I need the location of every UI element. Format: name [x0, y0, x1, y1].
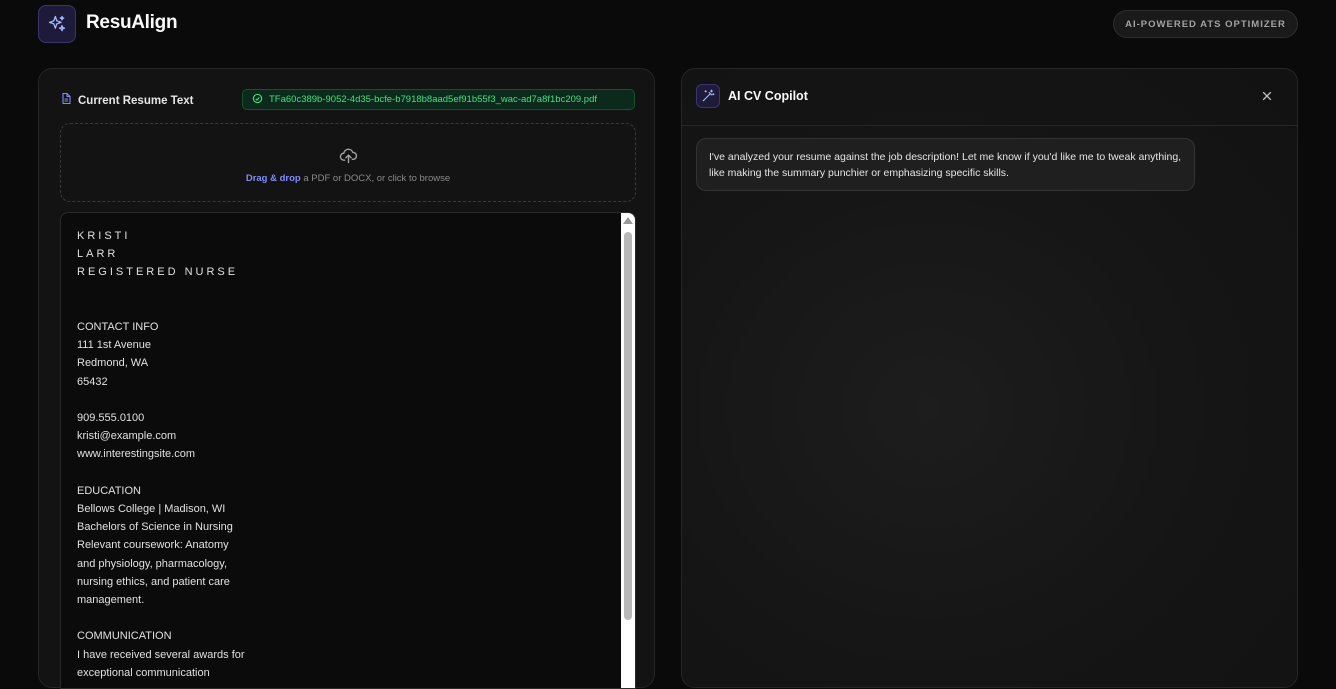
- resume-line: I have received several awards for: [77, 648, 245, 661]
- resume-line: 65432: [77, 375, 108, 388]
- resume-textarea[interactable]: KRISTI LARR REGISTERED NURSE CONTACT INFO 1…: [60, 212, 636, 689]
- sparkles-icon: [38, 5, 76, 43]
- copilot-title: AI CV Copilot: [728, 89, 808, 103]
- resume-line: [77, 300, 597, 318]
- copilot-header: AI CV Copilot: [682, 69, 1297, 126]
- resume-line: [77, 464, 597, 482]
- resume-line: nursing ethics, and patient care: [77, 575, 230, 588]
- copilot-panel: AI CV Copilot I've analyzed your resume …: [681, 68, 1298, 688]
- dropzone-link[interactable]: Drag & drop: [246, 173, 301, 184]
- magic-wand-icon: [696, 84, 720, 108]
- resume-line: management.: [77, 594, 145, 607]
- scrollbar-thumb[interactable]: [624, 232, 632, 620]
- resume-line: 111 1st Avenue: [77, 339, 152, 352]
- resume-panel-header: Current Resume Text: [60, 92, 193, 110]
- resume-line: CONTACT INFO: [77, 321, 159, 334]
- document-icon: [60, 92, 72, 110]
- resume-line: [77, 609, 597, 627]
- check-circle-icon: [252, 93, 263, 107]
- cloud-upload-icon: [339, 147, 358, 169]
- resume-line: COMMUNICATION: [77, 630, 172, 643]
- scroll-up-arrow-icon[interactable]: [623, 217, 633, 224]
- resume-line: and physiology, pharmacology,: [77, 557, 228, 570]
- resume-line: exceptional communication: [77, 666, 210, 679]
- dropzone-hint: a PDF or DOCX, or click to browse: [300, 173, 451, 184]
- resume-line: [77, 391, 597, 409]
- resume-panel: Current Resume Text TFa60c389b-9052-4d35…: [38, 68, 655, 689]
- resume-line: LARR: [77, 248, 119, 261]
- assistant-message: I've analyzed your resume against the jo…: [696, 138, 1195, 191]
- top-bar: ResuAlign AI-POWERED ATS OPTIMIZER: [0, 0, 1336, 50]
- uploaded-file-chip: TFa60c389b-9052-4d35-bcfe-b7918b8aad5ef9…: [242, 89, 635, 110]
- resume-line: Redmond, WA: [77, 357, 149, 370]
- resume-line: REGISTERED NURSE: [77, 266, 239, 279]
- resume-line: Bachelors of Science in Nursing: [77, 521, 233, 534]
- resume-line: [77, 282, 597, 300]
- resume-panel-title: Current Resume Text: [78, 95, 194, 107]
- resume-line: kristi@example.com: [77, 430, 177, 443]
- close-icon[interactable]: [1260, 89, 1274, 103]
- resume-line: 909.555.0100: [77, 412, 145, 425]
- resume-scrollbar[interactable]: [621, 213, 635, 688]
- resume-line: Bellows College | Madison, WI: [77, 503, 226, 516]
- resume-line: EDUCATION: [77, 484, 141, 497]
- file-dropzone[interactable]: Drag & drop a PDF or DOCX, or click to b…: [60, 123, 636, 202]
- tagline-badge: AI-POWERED ATS OPTIMIZER: [1113, 10, 1298, 38]
- resume-content: KRISTI LARR REGISTERED NURSE CONTACT INFO 1…: [77, 227, 597, 682]
- uploaded-file-name: TFa60c389b-9052-4d35-bcfe-b7918b8aad5ef9…: [269, 94, 598, 105]
- resume-line: KRISTI: [77, 230, 131, 242]
- resume-line: Relevant coursework: Anatomy: [77, 539, 229, 552]
- brand-name: ResuAlign: [86, 12, 178, 33]
- resume-line: www.interestingsite.com: [77, 448, 195, 461]
- dropzone-text: Drag & drop a PDF or DOCX, or click to b…: [61, 173, 635, 184]
